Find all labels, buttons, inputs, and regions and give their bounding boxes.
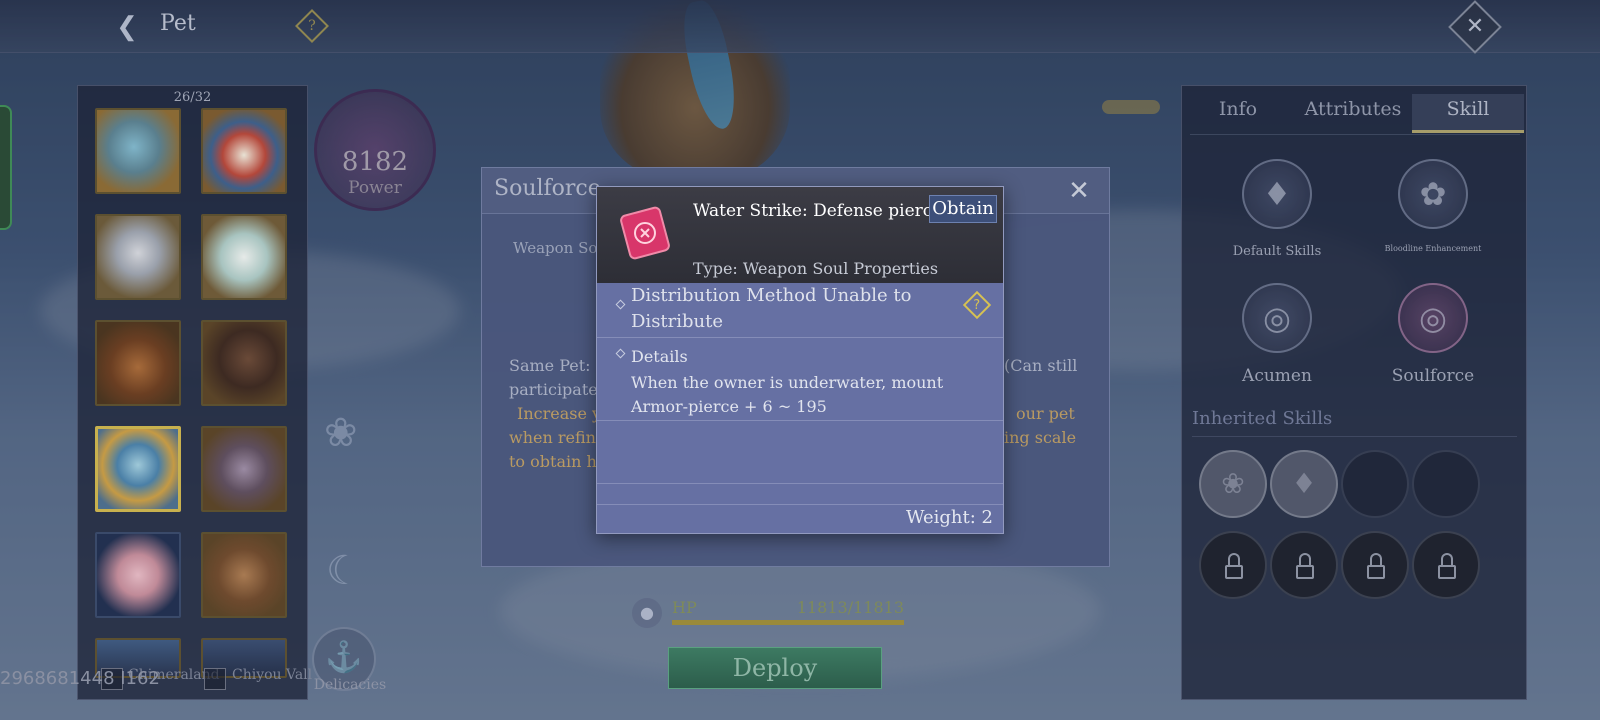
soulforce-title: Soulforce — [494, 176, 601, 201]
skill-label-soulforce: Soulforce — [1391, 366, 1475, 386]
delicacies-label: Delicacies — [313, 677, 387, 693]
soul-spiral-icon[interactable]: ◎ — [1398, 283, 1468, 353]
scroll-item-icon — [620, 206, 670, 260]
crested-bird-portrait — [203, 110, 285, 192]
inherited-skills-title: Inherited Skills — [1192, 408, 1333, 429]
tooltip-header: Water Strike: Defense piercing Obtain Ty… — [597, 187, 1003, 283]
deploy-button[interactable]: Deploy — [668, 647, 882, 689]
hp-bar-group: ● HP 11813/11813 — [632, 598, 904, 628]
active-tab-underline — [1412, 130, 1524, 133]
details-body: When the owner is underwater, mount Armo… — [631, 373, 944, 416]
pet-slot-crested-bird[interactable] — [201, 108, 287, 194]
inherited-divider — [1192, 436, 1517, 437]
soulforce-subtitle: Weapon Sou — [513, 239, 608, 257]
desc-line-orange: our pet — [1016, 404, 1075, 423]
pet-slot-white-fox[interactable] — [201, 214, 287, 300]
top-bar: ❮ Pet ? ✕ — [0, 0, 1600, 54]
hp-bar — [672, 620, 904, 625]
spiral-icon[interactable]: ◎ — [1242, 283, 1312, 353]
power-emblem: 8182 Power — [314, 89, 436, 211]
soulforce-description-right: (Can still our pet ing scale — [1004, 354, 1104, 450]
lock-icon[interactable] — [1270, 531, 1338, 599]
power-label: Power — [348, 178, 402, 198]
skill-label-bloodline: Bloodline Enhancement — [1384, 244, 1482, 253]
pet-slot-silver-humanoid[interactable] — [95, 214, 181, 300]
close-icon[interactable]: ✕ — [1064, 176, 1094, 206]
question-diamond-icon[interactable]: ? — [295, 9, 329, 43]
item-type: Type: Weapon Soul Properties — [693, 259, 939, 278]
distribution-method: Distribution Method Unable to Distribute — [631, 285, 912, 332]
mortar-icon: ⚓ — [325, 640, 363, 675]
dark-beast-portrait — [203, 322, 285, 404]
item-tooltip: Water Strike: Defense piercing Obtain Ty… — [596, 186, 1004, 534]
crescent-moon-icon: ☾ — [326, 548, 362, 594]
empty-row — [597, 484, 1003, 505]
pet-list-panel: 26/32 — [77, 85, 308, 700]
tab-info[interactable]: Info — [1182, 98, 1294, 130]
feather-skill-icon[interactable]: ❀ — [1199, 450, 1267, 518]
hp-label: HP — [672, 598, 697, 617]
page-title: Pet — [160, 11, 196, 36]
item-name: Water Strike: Defense piercing — [693, 201, 960, 221]
lock-icon[interactable] — [1341, 531, 1409, 599]
tab-skill[interactable]: Skill — [1412, 98, 1524, 130]
lock-icon[interactable] — [1412, 531, 1480, 599]
azure-dragon-portrait — [97, 110, 179, 192]
hp-bar-fill — [672, 620, 904, 625]
pet-slot-winged-bat[interactable] — [201, 532, 287, 618]
close-x-icon[interactable]: ✕ — [1448, 0, 1502, 54]
white-fox-portrait — [203, 216, 285, 298]
skill-label-acumen: Acumen — [1242, 366, 1312, 386]
droplet-icon: ● — [632, 598, 662, 628]
item-weight: Weight: 2 — [905, 507, 993, 528]
empty-skill-slot[interactable] — [1341, 450, 1409, 518]
filter-checkbox-chiyou[interactable] — [204, 668, 226, 690]
pink-bird-portrait — [97, 534, 179, 616]
pet-slot-mantis-creature[interactable] — [201, 426, 287, 512]
details-title: Details — [631, 347, 688, 366]
power-value: 8182 — [341, 147, 409, 177]
tab-divider — [1190, 134, 1520, 135]
silver-haired-humanoid-portrait — [97, 216, 179, 298]
lock-icon[interactable] — [1199, 531, 1267, 599]
lion-head-icon[interactable]: ♦ — [1242, 159, 1312, 229]
empty-row — [597, 421, 1003, 484]
skill-label-default: Default Skills — [1232, 244, 1322, 259]
mantis-creature-portrait — [203, 428, 285, 510]
faint-indicator — [1102, 100, 1160, 114]
pet-slot-dark-beast[interactable] — [201, 320, 287, 406]
feather-icon: ❀ — [324, 410, 358, 456]
filter-label-chiyou: Chiyou Vall — [232, 667, 313, 683]
pet-slot-azure-dragon[interactable] — [95, 108, 181, 194]
lion-beast-portrait — [97, 322, 179, 404]
obtain-button[interactable]: Obtain — [929, 195, 997, 223]
skill-panel: Info Attributes Skill ♦ Default Skills ✿… — [1181, 85, 1527, 700]
hp-value: 11813/11813 — [796, 598, 904, 617]
dragon-coil-icon[interactable]: ✿ — [1398, 159, 1468, 229]
empty-skill-slot[interactable] — [1412, 450, 1480, 518]
pet-count: 26/32 — [173, 90, 212, 105]
pet-slot-lion-beast[interactable] — [95, 320, 181, 406]
side-drawer-tab[interactable] — [0, 105, 12, 230]
pet-slot-blue-armored-dragon[interactable] — [95, 426, 181, 512]
pet-slot-pink-bird[interactable] — [95, 532, 181, 618]
desc-line: (Can still — [1004, 356, 1078, 375]
tab-attributes[interactable]: Attributes — [1294, 98, 1412, 130]
winged-bat-portrait — [203, 534, 285, 616]
beast-skill-icon[interactable]: ♦ — [1270, 450, 1338, 518]
blue-armored-dragon-portrait — [98, 429, 178, 509]
desc-line-orange: ing scale — [1004, 428, 1077, 447]
chevron-left-icon[interactable]: ❮ — [112, 12, 142, 42]
debug-id-overlay: 2968681448 I162 — [0, 668, 160, 689]
